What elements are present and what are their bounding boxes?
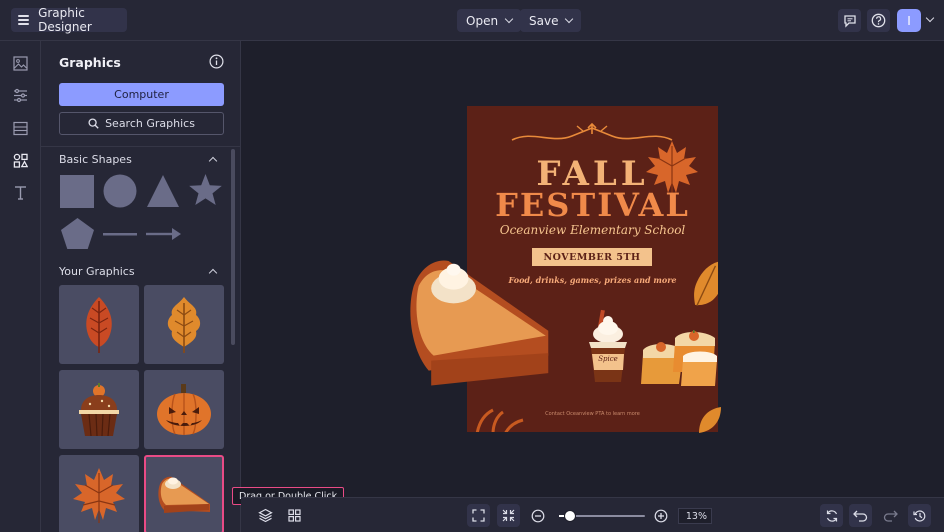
graphic-tile-red-leaf[interactable]	[59, 285, 139, 364]
background-icon	[13, 121, 28, 136]
expand-icon	[472, 509, 485, 522]
zoom-in-button[interactable]	[649, 504, 672, 527]
orange-leaf-graphic	[167, 296, 201, 353]
your-graphics-title: Your Graphics	[59, 265, 135, 278]
jack-o-lantern-graphic	[157, 383, 211, 435]
rail-text[interactable]	[12, 184, 29, 201]
zoom-value-text: 13%	[685, 510, 707, 522]
chevron-down-icon	[504, 14, 514, 24]
poster-school[interactable]: Oceanview Elementary School	[467, 223, 718, 237]
grid-view-button[interactable]	[283, 504, 306, 527]
poster-orange-leaf-graphic	[694, 261, 718, 307]
triangle-shape[interactable]	[146, 174, 180, 208]
history-icon	[912, 509, 925, 522]
star-shape[interactable]	[188, 173, 223, 208]
save-label: Save	[529, 13, 559, 28]
app-menu-button[interactable]: Graphic Designer	[11, 6, 127, 34]
basic-shapes-title: Basic Shapes	[59, 153, 132, 166]
pumpkin-spice-cup-graphic	[589, 309, 627, 382]
red-leaf-graphic	[86, 296, 112, 353]
chevron-down-icon	[565, 14, 574, 24]
graphic-tile-orange-leaf[interactable]	[144, 285, 224, 364]
canvas-pumpkin-pie-slice[interactable]	[406, 251, 556, 393]
poster-bottom-leaves-graphic	[475, 408, 524, 432]
panel-scrollbar[interactable]	[231, 149, 235, 345]
graphic-tile-maple-leaf[interactable]	[59, 455, 139, 532]
sliders-icon	[14, 88, 27, 103]
pumpkin-bars-graphic	[641, 330, 717, 386]
refresh-icon	[826, 509, 837, 522]
avatar[interactable]: I	[897, 9, 921, 32]
shrink-view-button[interactable]	[497, 504, 520, 527]
graphic-tile-cupcake[interactable]	[59, 370, 139, 449]
zoom-value[interactable]: 13%	[678, 508, 712, 524]
graphics-panel: Graphics Computer Search Graphics Basic …	[41, 41, 241, 532]
text-icon	[15, 186, 26, 200]
pentagon-shape[interactable]	[60, 217, 95, 250]
graphic-tile-jack-o-lantern[interactable]	[144, 370, 224, 449]
poster-date: NOVEMBER 5TH	[543, 251, 641, 263]
circle-shape[interactable]	[103, 174, 137, 208]
zoom-slider-handle[interactable]	[564, 510, 577, 522]
zoom-in-icon	[654, 509, 667, 522]
computer-label: Computer	[114, 88, 169, 101]
pumpkin-pie-slice-graphic	[158, 476, 210, 513]
tool-rail	[0, 41, 41, 532]
info-icon[interactable]	[209, 54, 224, 69]
feedback-button[interactable]	[838, 9, 861, 32]
help-icon	[871, 13, 886, 28]
layers-button[interactable]	[254, 504, 277, 527]
rail-graphics[interactable]	[12, 152, 29, 169]
search-graphics-label: Search Graphics	[105, 117, 195, 130]
maple-leaf-graphic	[73, 467, 125, 523]
collapse-icon	[502, 509, 515, 522]
line-shape[interactable]	[103, 231, 137, 237]
undo-icon	[853, 510, 868, 522]
open-label: Open	[466, 13, 499, 28]
save-button[interactable]: Save	[520, 9, 582, 32]
poster-title-festival[interactable]: FESTIVAL	[467, 186, 718, 224]
chat-icon	[843, 14, 856, 28]
cupcake-graphic	[79, 382, 119, 436]
rail-images[interactable]	[12, 55, 29, 72]
graphic-tile-pumpkin-pie-slice[interactable]	[144, 455, 224, 532]
zoom-slider[interactable]	[559, 510, 645, 522]
hamburger-icon	[18, 15, 30, 25]
avatar-initial: I	[907, 13, 911, 28]
sync-button[interactable]	[820, 504, 843, 527]
fit-to-screen-button[interactable]	[467, 504, 490, 527]
cup-label: Spice	[598, 355, 618, 363]
panel-divider	[41, 146, 240, 147]
zoom-out-icon	[531, 509, 544, 522]
search-icon	[88, 118, 99, 129]
bottom-toolbar: 13%	[241, 497, 944, 532]
basic-shapes-collapse-chevron-icon[interactable]	[208, 156, 218, 166]
canvas-edge-leaf-graphic	[699, 407, 721, 433]
help-button[interactable]	[867, 9, 890, 32]
graphics-icon	[13, 153, 28, 168]
zoom-out-button[interactable]	[526, 504, 549, 527]
undo-button[interactable]	[849, 504, 872, 527]
layers-icon	[258, 508, 273, 523]
redo-button[interactable]	[879, 504, 902, 527]
account-chevron-down-icon[interactable]	[925, 13, 935, 23]
history-button[interactable]	[908, 504, 931, 527]
arrow-shape[interactable]	[146, 227, 181, 241]
open-button[interactable]: Open	[457, 9, 522, 32]
search-graphics-button[interactable]: Search Graphics	[59, 112, 224, 135]
image-icon	[13, 56, 28, 71]
grid-icon	[288, 509, 301, 522]
app-window: Graphic Designer Open Save I Graphics Co…	[0, 0, 944, 532]
rail-adjust[interactable]	[12, 87, 29, 104]
square-shape[interactable]	[60, 175, 94, 208]
redo-icon	[883, 510, 898, 522]
your-graphics-collapse-chevron-icon[interactable]	[208, 268, 218, 278]
computer-upload-button[interactable]: Computer	[59, 83, 224, 106]
app-title: Graphic Designer	[38, 6, 92, 34]
design-canvas[interactable]: FALL FESTIVAL Oceanview Elementary Schoo…	[241, 41, 944, 497]
top-bar: Graphic Designer Open Save I	[0, 0, 944, 41]
rail-backgrounds[interactable]	[12, 120, 29, 137]
panel-title: Graphics	[59, 55, 121, 70]
